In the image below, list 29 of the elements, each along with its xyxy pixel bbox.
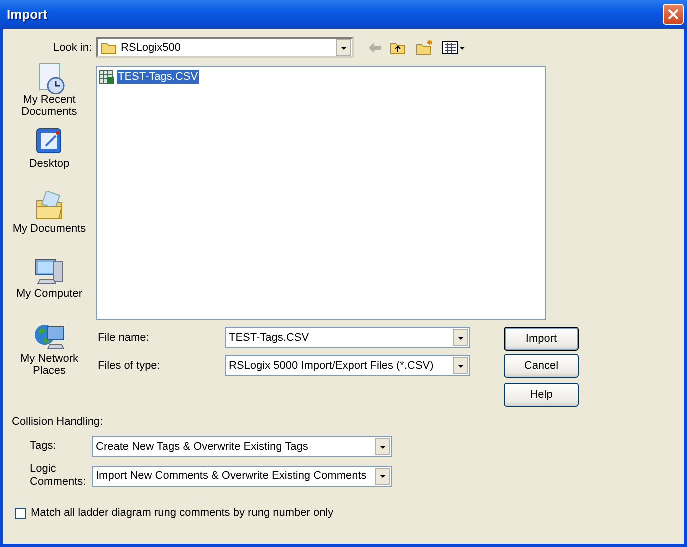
- file-name-field[interactable]: TEST-Tags.CSV: [225, 327, 470, 348]
- places-bar-item[interactable]: My Documents: [8, 191, 92, 256]
- look-in-dropdown[interactable]: RSLogix500: [96, 37, 354, 58]
- section-label: Collision Handling:: [12, 416, 104, 428]
- checkbox[interactable]: [15, 508, 26, 518]
- close-button[interactable]: [663, 4, 684, 25]
- places-bar-item[interactable]: My Network Places: [8, 321, 92, 377]
- view-menu-icon[interactable]: [442, 40, 466, 54]
- places-bar-item[interactable]: Desktop: [8, 126, 92, 191]
- dialog-button[interactable]: Cancel: [504, 354, 579, 378]
- tags-dropdown[interactable]: Create New Tags & Overwrite Existing Tags: [92, 436, 392, 457]
- file-list[interactable]: TEST-Tags.CSV: [96, 66, 546, 320]
- close-icon[interactable]: [668, 9, 679, 20]
- dialog-button[interactable]: Help: [504, 383, 579, 407]
- field-label: Logic Comments:: [29, 463, 88, 489]
- field-label: Tags:: [29, 440, 58, 453]
- checkbox-label: Match all ladder diagram rung comments by rung number only: [31, 507, 334, 519]
- dialog-button[interactable]: Import: [504, 327, 579, 351]
- field-label: Files of type:: [97, 360, 162, 372]
- comments-dropdown[interactable]: Import New Comments & Overwrite Existing Comments: [92, 466, 392, 486]
- file-type-dropdown[interactable]: RSLogix 5000 Import/Export Files (*.CSV): [225, 355, 470, 376]
- spreadsheet-file-icon[interactable]: [99, 69, 115, 85]
- field-label: File name:: [97, 332, 150, 344]
- field-label: Look in:: [53, 42, 93, 54]
- file-item[interactable]: TEST-Tags.CSV: [117, 70, 200, 84]
- places-bar-item[interactable]: My Recent Documents: [8, 62, 92, 126]
- new-folder-icon[interactable]: [416, 40, 434, 55]
- places-bar-item[interactable]: My Computer: [8, 256, 92, 321]
- window-title: Import: [7, 7, 48, 22]
